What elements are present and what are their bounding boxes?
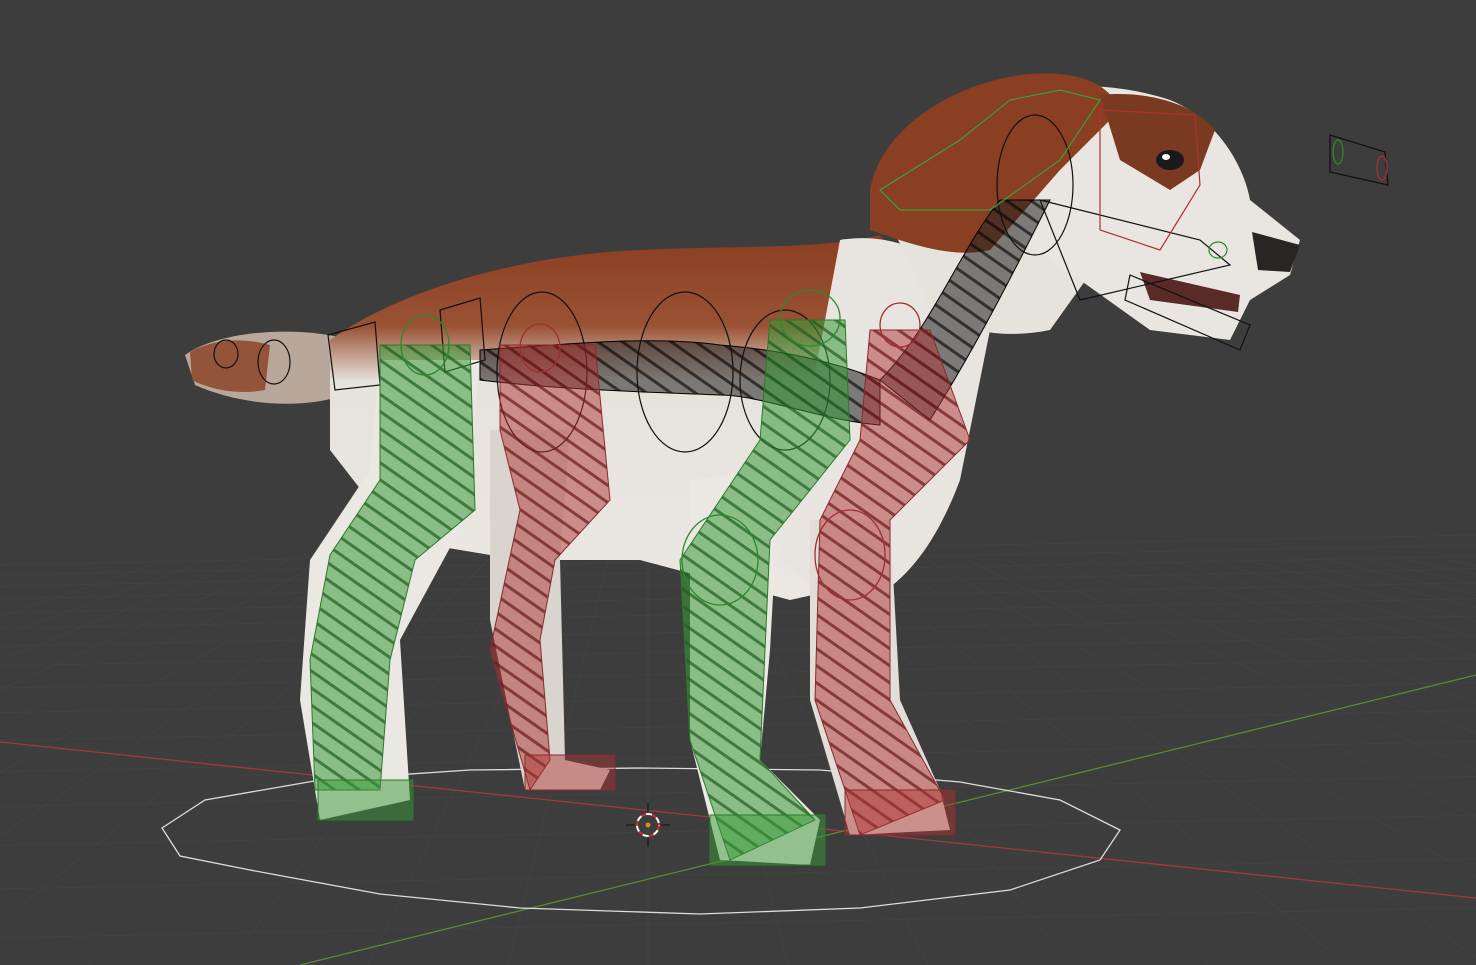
look-target-left-eye[interactable]: [1332, 139, 1344, 165]
front-left-foot-ik[interactable]: [709, 814, 826, 866]
front-right-foot-ik[interactable]: [844, 789, 956, 836]
3d-viewport[interactable]: [0, 0, 1476, 965]
dog-eye: [1156, 150, 1184, 170]
3d-cursor[interactable]: [626, 803, 670, 847]
back-left-foot-ik[interactable]: [317, 779, 414, 821]
back-right-foot-ik[interactable]: [524, 754, 616, 791]
look-target-right-eye[interactable]: [1376, 155, 1388, 181]
